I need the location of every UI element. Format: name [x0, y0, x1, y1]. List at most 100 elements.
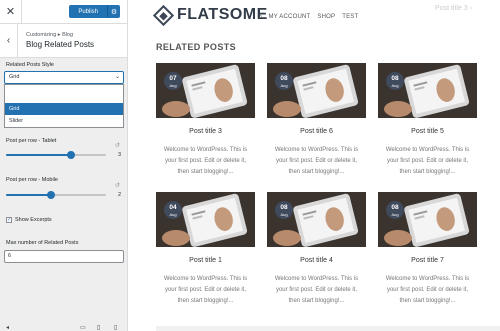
excerpt-line: your first post. Edit or delete it, [164, 287, 247, 293]
excerpt-line: then start blogging!... [399, 298, 456, 304]
site-logo[interactable]: FLATSOME [152, 4, 268, 26]
section-header: ‹ Customizing ▸ Blog Blog Related Posts [0, 24, 127, 58]
logo-text: FLATSOME [177, 6, 268, 23]
excerpt-line: your first post. Edit or delete it, [164, 158, 247, 164]
slider-thumb[interactable] [67, 151, 75, 159]
show-excerpts-checkbox[interactable]: ✓ [6, 217, 12, 223]
excerpt-line: then start blogging!... [399, 169, 456, 175]
excerpt-line: Welcome to WordPress. This is [274, 147, 359, 153]
nav-link-my-account[interactable]: MY ACCOUNT [268, 14, 310, 20]
related-style-value: Grid [9, 74, 20, 80]
excerpt-line: Welcome to WordPress. This is [385, 276, 470, 282]
tablet-icon[interactable]: ▯ [97, 324, 100, 331]
post-excerpt: Welcome to WordPress. This is your first … [156, 145, 255, 178]
slider-fill [6, 194, 51, 196]
site-preview: FLATSOME ⌕ MY ACCOUNT SHOP TEST Post tit… [128, 0, 500, 331]
post-card[interactable]: 04 Aug Post title 1 Welcome to WordPress. T… [156, 192, 255, 307]
excerpt-line: then start blogging!... [177, 169, 234, 175]
excerpt-line: Welcome to WordPress. This is [385, 147, 470, 153]
slider-thumb[interactable] [47, 191, 55, 199]
post-excerpt: Welcome to WordPress. This is your first … [378, 145, 477, 178]
site-header: FLATSOME ⌕ MY ACCOUNT SHOP TEST Post tit… [128, 0, 500, 32]
hide-controls-icon[interactable]: ◂ [6, 324, 9, 331]
chevron-down-icon: ⌄ [114, 74, 120, 80]
section-title: Blog Related Posts [26, 40, 95, 49]
max-related-input[interactable]: 6 [4, 250, 124, 263]
publish-button[interactable]: Publish ⚙ [69, 5, 120, 18]
post-card[interactable]: 08 Aug Post title 5 Welcome to WordPress. T… [378, 63, 477, 178]
post-nav-link[interactable]: Post title 3 › [435, 5, 472, 12]
logo-mark-icon [152, 4, 175, 26]
gear-icon[interactable]: ⚙ [107, 5, 120, 18]
excerpt-line: your first post. Edit or delete it, [275, 287, 358, 293]
per-row-tablet-slider[interactable] [6, 151, 106, 159]
post-card[interactable]: 08 Aug Post title 4 Welcome to WordPress. T… [267, 192, 366, 307]
max-related-label: Max number of Related Posts [6, 240, 79, 246]
mobile-icon[interactable]: ▯ [114, 324, 117, 331]
customizer-sidebar: ✕ Publish ⚙ ‹ Customizing ▸ Blog Blog Re… [0, 0, 128, 331]
post-title[interactable]: Post title 7 [378, 257, 477, 264]
excerpt-line: Welcome to WordPress. This is [163, 276, 248, 282]
post-thumbnail[interactable]: 08 Aug [378, 192, 477, 247]
reset-icon[interactable]: ↺ [115, 142, 120, 149]
date-month: Aug [391, 212, 399, 217]
device-preview-bar: ◂ ▭ ▯ ▯ [0, 325, 128, 331]
post-excerpt: Welcome to WordPress. This is your first … [267, 145, 366, 178]
post-title[interactable]: Post title 5 [378, 128, 477, 135]
search-icon[interactable]: ⌕ [258, 12, 262, 22]
breadcrumb: Customizing ▸ Blog [26, 32, 74, 38]
nav-link-shop[interactable]: SHOP [317, 14, 335, 20]
per-row-tablet-label: Post per row - Tablet [6, 138, 57, 144]
date-month: Aug [391, 83, 399, 88]
related-style-label: Related Posts Style [6, 62, 54, 68]
post-thumbnail[interactable]: 07 Aug [156, 63, 255, 118]
date-month: Aug [280, 83, 288, 88]
post-card[interactable]: 08 Aug Post title 6 Welcome to WordPress. T… [267, 63, 366, 178]
date-badge: 08 Aug [386, 201, 404, 219]
date-month: Aug [169, 83, 177, 88]
option-grid[interactable]: Grid [5, 103, 123, 115]
reset-icon[interactable]: ↺ [115, 182, 120, 189]
post-card[interactable]: 08 Aug Post title 7 Welcome to WordPress. T… [378, 192, 477, 307]
show-excerpts-label[interactable]: Show Excerpts [15, 217, 52, 223]
date-badge: 07 Aug [164, 72, 182, 90]
footer-band [156, 326, 500, 331]
desktop-icon[interactable]: ▭ [80, 324, 86, 331]
post-thumbnail[interactable]: 08 Aug [378, 63, 477, 118]
per-row-mobile-slider[interactable] [6, 191, 106, 199]
date-badge: 04 Aug [164, 201, 182, 219]
post-card[interactable]: 07 Aug Post title 3 Welcome to WordPress. T… [156, 63, 255, 178]
date-badge: 08 Aug [386, 72, 404, 90]
publish-label[interactable]: Publish [69, 5, 107, 18]
customizer-app: ✕ Publish ⚙ ‹ Customizing ▸ Blog Blog Re… [0, 0, 500, 331]
post-title[interactable]: Post title 3 [156, 128, 255, 135]
post-title[interactable]: Post title 4 [267, 257, 366, 264]
excerpt-line: your first post. Edit or delete it, [386, 287, 469, 293]
option-slider[interactable]: Slider [5, 115, 123, 127]
post-title[interactable]: Post title 6 [267, 128, 366, 135]
per-row-tablet-value[interactable]: 3 [118, 152, 121, 158]
excerpt-line: then start blogging!... [288, 298, 345, 304]
post-thumbnail[interactable]: 08 Aug [267, 63, 366, 118]
per-row-mobile-label: Post per row - Mobile [6, 177, 58, 183]
post-thumbnail[interactable]: 08 Aug [267, 192, 366, 247]
post-excerpt: Welcome to WordPress. This is your first … [156, 274, 255, 307]
nav-link-test[interactable]: TEST [342, 14, 358, 20]
chevron-left-icon[interactable]: ‹ [0, 24, 18, 57]
show-excerpts-row: ✓ Show Excerpts [6, 217, 52, 223]
post-excerpt: Welcome to WordPress. This is your first … [378, 274, 477, 307]
main-nav: ⌕ MY ACCOUNT SHOP TEST [258, 12, 365, 22]
related-style-select[interactable]: Grid ⌄ [4, 71, 124, 84]
post-thumbnail[interactable]: 04 Aug [156, 192, 255, 247]
close-icon[interactable]: ✕ [0, 0, 22, 23]
post-title[interactable]: Post title 1 [156, 257, 255, 264]
excerpt-line: Welcome to WordPress. This is [163, 147, 248, 153]
per-row-mobile-value[interactable]: 2 [118, 192, 121, 198]
post-excerpt: Welcome to WordPress. This is your first … [267, 274, 366, 307]
excerpt-line: Welcome to WordPress. This is [274, 276, 359, 282]
excerpt-line: your first post. Edit or delete it, [386, 158, 469, 164]
related-posts-heading: RELATED POSTS [156, 42, 237, 52]
excerpt-line: then start blogging!... [288, 169, 345, 175]
excerpt-line: your first post. Edit or delete it, [275, 158, 358, 164]
customizer-topbar: ✕ Publish ⚙ [0, 0, 127, 24]
